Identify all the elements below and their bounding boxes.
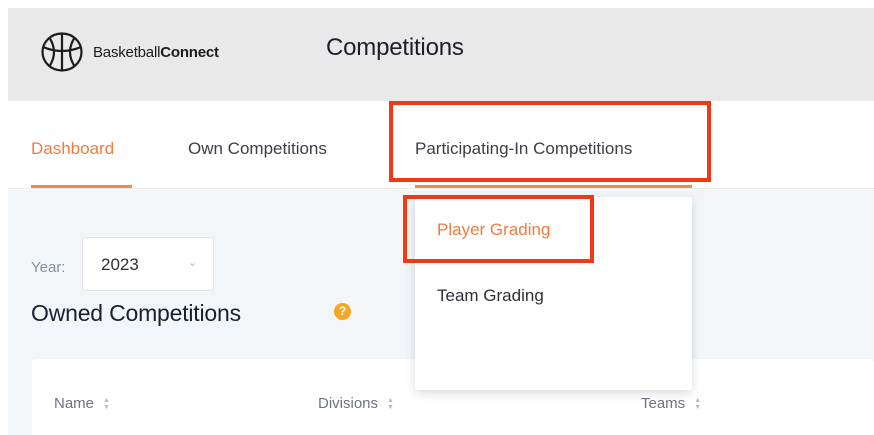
basketball-icon bbox=[41, 32, 83, 72]
app-frame: BasketballConnect Competitions Dashboard… bbox=[8, 8, 874, 435]
participating-dropdown-menu: Player Grading Team Grading bbox=[415, 197, 692, 390]
year-select[interactable]: 2023 ⌄ bbox=[82, 237, 214, 291]
question-icon[interactable]: ? bbox=[334, 303, 351, 320]
menu-item-player-grading[interactable]: Player Grading bbox=[437, 220, 550, 240]
tab-own-competitions[interactable]: Own Competitions bbox=[188, 139, 327, 159]
column-header-name[interactable]: Name ▲ ▼ bbox=[54, 395, 110, 412]
app-header: BasketballConnect Competitions bbox=[8, 8, 874, 101]
column-header-label: Divisions bbox=[318, 395, 379, 412]
tab-dashboard-underline bbox=[31, 185, 132, 188]
sort-icon: ▲ ▼ bbox=[694, 396, 702, 411]
brand-name-bold: Connect bbox=[160, 43, 219, 61]
tab-participating-in-competitions[interactable]: Participating-In Competitions bbox=[415, 139, 632, 159]
sort-icon: ▲ ▼ bbox=[103, 396, 110, 411]
column-header-label: Teams bbox=[641, 395, 686, 412]
year-value: 2023 bbox=[101, 255, 139, 274]
column-header-divisions[interactable]: Divisions ▲ ▼ bbox=[318, 395, 394, 412]
tab-participating-underline bbox=[415, 185, 692, 188]
brand-name: BasketballConnect bbox=[93, 44, 219, 61]
section-title: Owned Competitions bbox=[31, 300, 241, 326]
competitions-nav: Dashboard Own Competitions Participating… bbox=[8, 101, 874, 189]
column-header-teams[interactable]: Teams ▲ ▼ bbox=[641, 395, 701, 412]
tab-dashboard[interactable]: Dashboard bbox=[31, 139, 114, 159]
year-label: Year: bbox=[31, 259, 66, 276]
brand-logo[interactable]: BasketballConnect bbox=[40, 31, 219, 73]
brand-name-regular: Basketball bbox=[93, 43, 161, 61]
chevron-down-icon: ⌄ bbox=[188, 257, 198, 269]
sort-icon: ▲ ▼ bbox=[387, 396, 394, 411]
column-header-label: Name bbox=[54, 395, 95, 412]
page-title: Competitions bbox=[326, 34, 464, 61]
menu-item-team-grading[interactable]: Team Grading bbox=[437, 286, 544, 306]
